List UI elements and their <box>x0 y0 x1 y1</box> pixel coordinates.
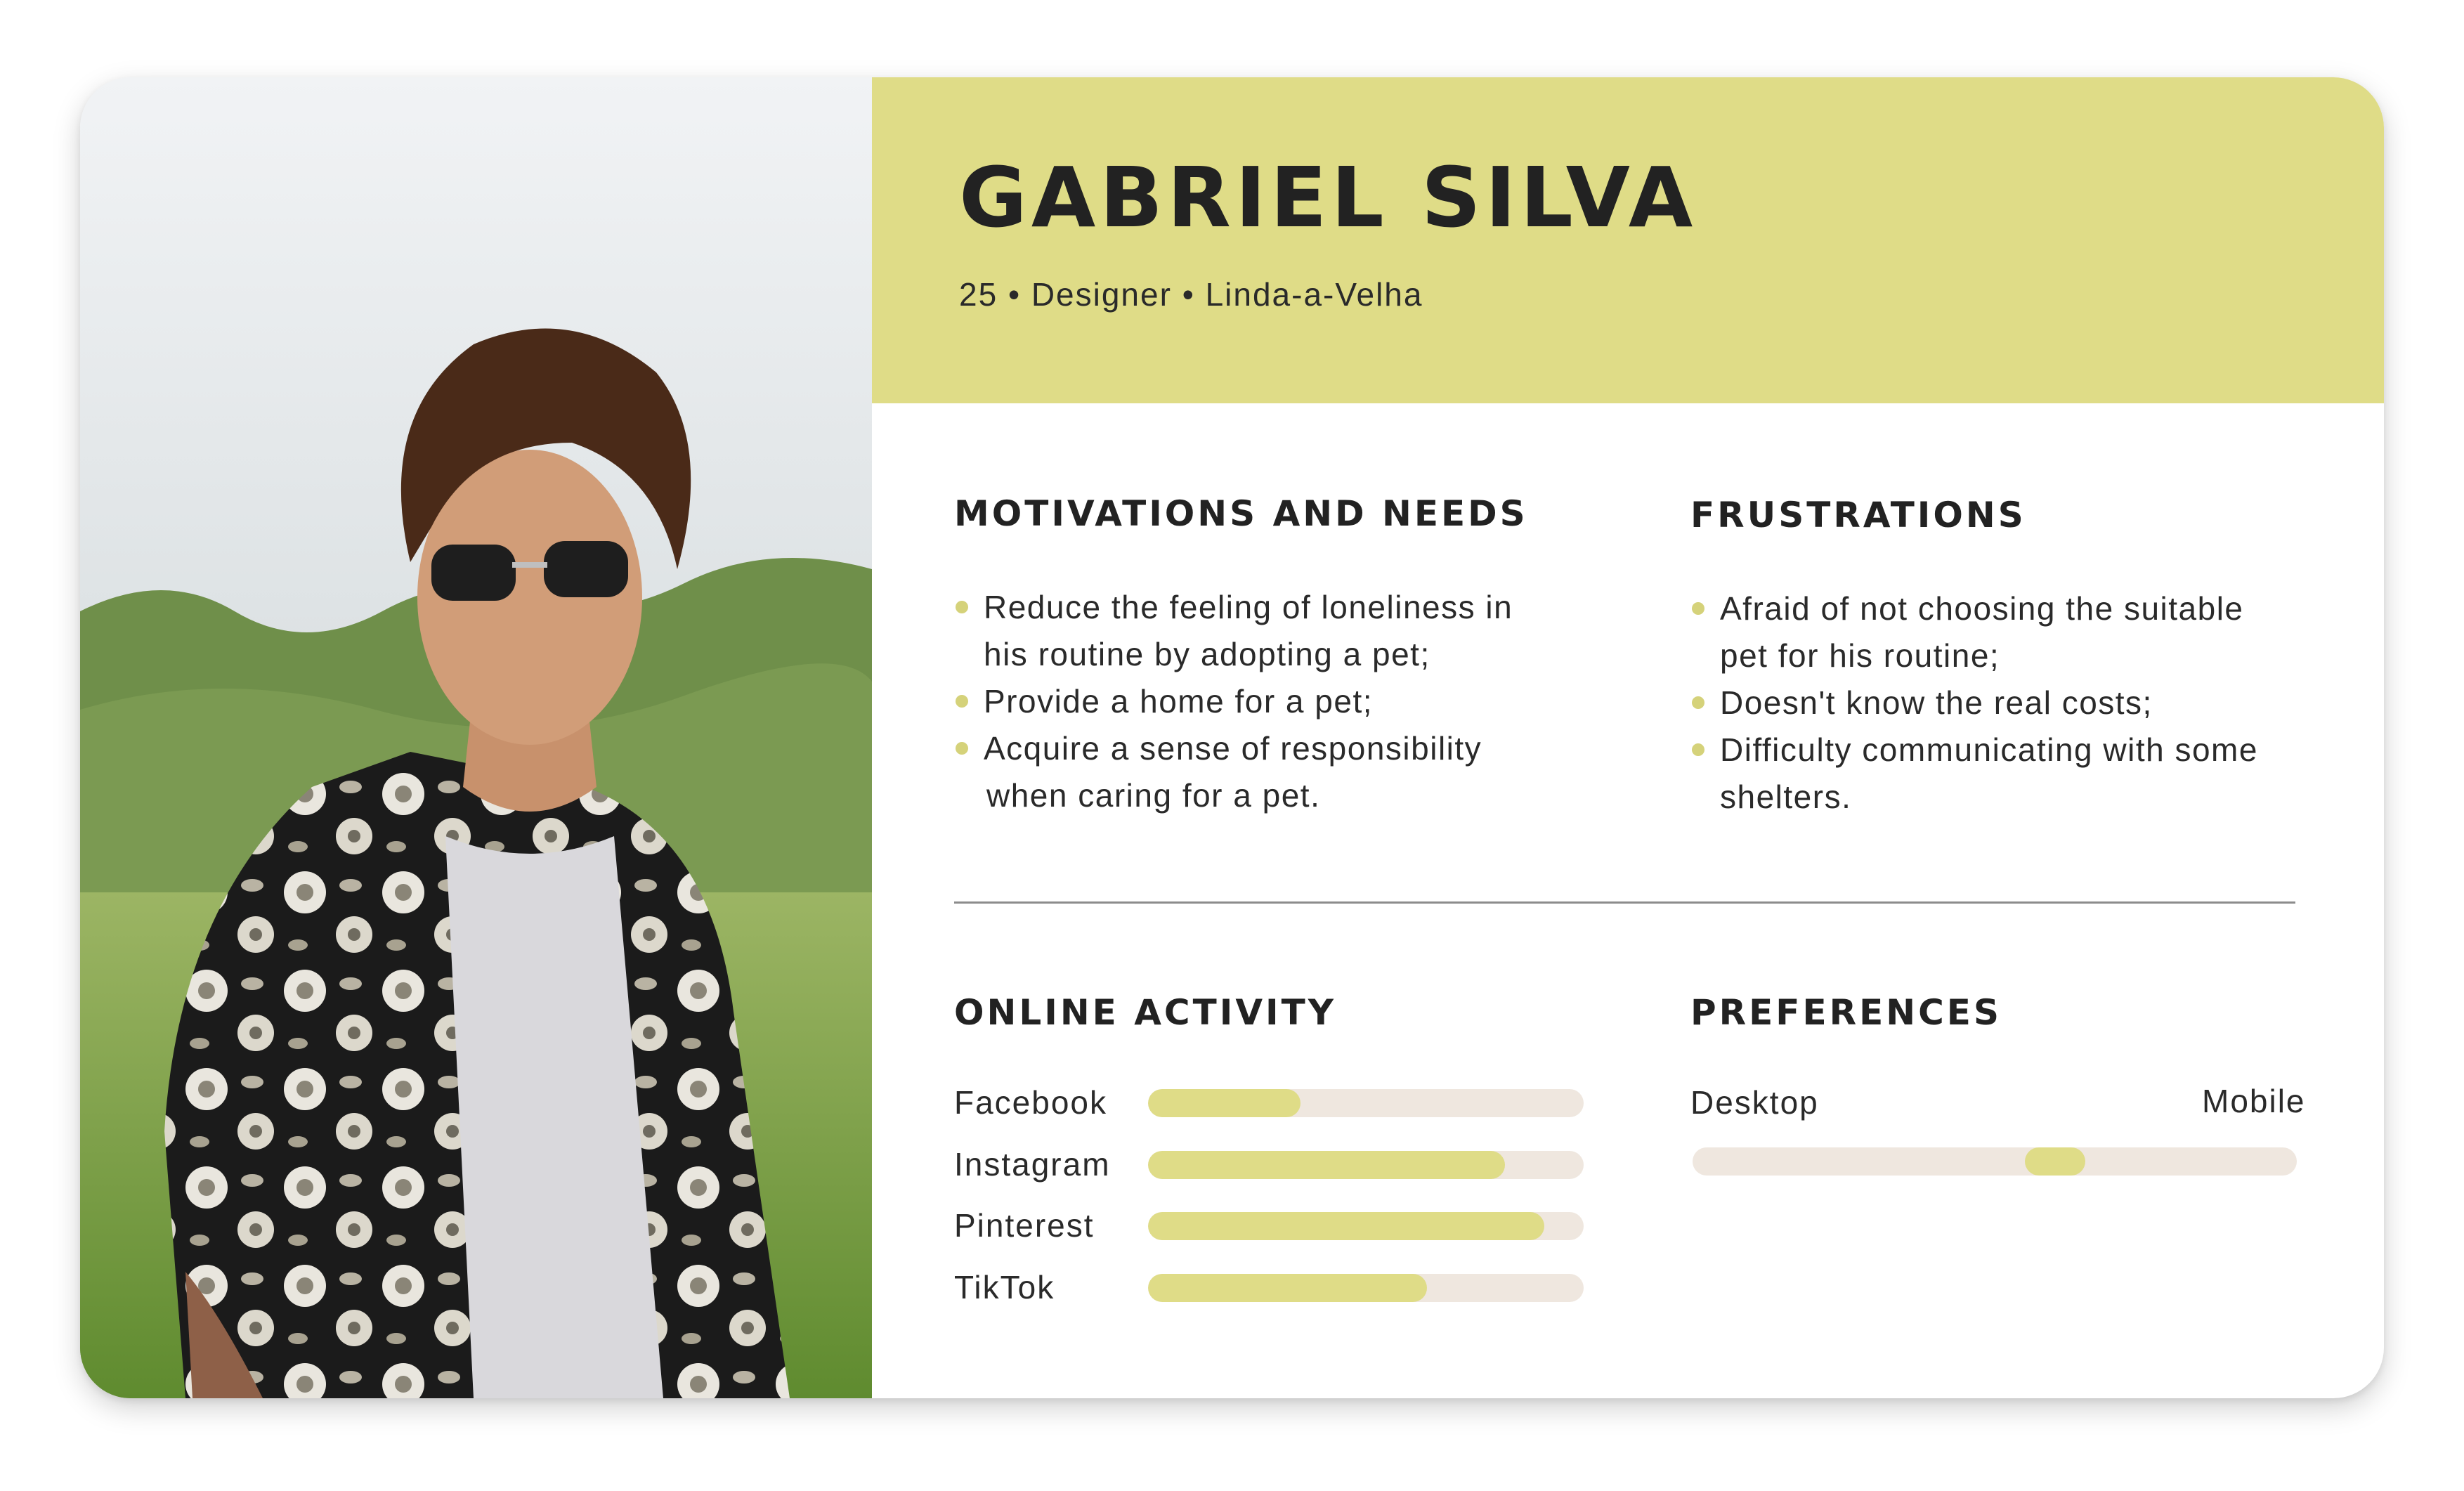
bullet-dot-icon <box>956 695 968 708</box>
activity-bar-facebook <box>1148 1089 1584 1117</box>
motivations-list: Reduce the feeling of loneliness in his … <box>954 584 1572 819</box>
persona-photo <box>80 77 872 1398</box>
activity-label-instagram: Instagram <box>954 1146 1111 1183</box>
preference-slider-track <box>1693 1147 2297 1176</box>
activity-fill-tiktok <box>1148 1274 1427 1302</box>
persona-card: GABRIEL SILVA 25 • Designer • Linda-a-Ve… <box>80 77 2384 1398</box>
bullet-dot-icon <box>1692 602 1704 615</box>
bullet-dot-icon <box>1692 696 1704 709</box>
list-item: Difficulty communicating with some shelt… <box>1690 727 2309 821</box>
persona-name: GABRIEL SILVA <box>959 149 1697 246</box>
frustrations-list: Afraid of not choosing the suitable pet … <box>1690 585 2309 821</box>
list-item: Provide a home for a pet; <box>954 678 1572 725</box>
bullet-dot-icon <box>956 742 968 755</box>
activity-bar-instagram <box>1148 1151 1584 1179</box>
online-activity-title: ONLINE ACTIVITY <box>954 992 1336 1033</box>
preferences-title: PREFERENCES <box>1690 992 2002 1033</box>
list-item: Acquire a sense of responsibility when c… <box>954 725 1572 819</box>
activity-label-facebook: Facebook <box>954 1084 1108 1121</box>
activity-bar-tiktok <box>1148 1274 1584 1302</box>
preference-slider-knob <box>2025 1147 2085 1176</box>
frustrations-title: FRUSTRATIONS <box>1690 495 2026 535</box>
preference-label-desktop: Desktop <box>1690 1084 1819 1121</box>
activity-fill-instagram <box>1148 1151 1506 1179</box>
persona-header: GABRIEL SILVA 25 • Designer • Linda-a-Ve… <box>872 77 2384 403</box>
activity-label-tiktok: TikTok <box>954 1269 1055 1306</box>
list-item: Doesn't know the real costs; <box>1690 679 2309 727</box>
bullet-dot-icon <box>1692 743 1704 756</box>
bullet-dot-icon <box>956 601 968 613</box>
motivations-title: MOTIVATIONS AND NEEDS <box>954 493 1528 534</box>
activity-fill-facebook <box>1148 1089 1301 1117</box>
activity-label-pinterest: Pinterest <box>954 1207 1095 1244</box>
list-item: Afraid of not choosing the suitable pet … <box>1690 585 2309 679</box>
activity-bar-pinterest <box>1148 1212 1584 1240</box>
activity-fill-pinterest <box>1148 1212 1545 1240</box>
portrait-photo <box>80 77 872 1398</box>
section-divider <box>954 901 2295 904</box>
list-item: Reduce the feeling of loneliness in his … <box>954 584 1572 678</box>
persona-subtitle: 25 • Designer • Linda-a-Velha <box>959 276 1423 313</box>
preference-label-mobile: Mobile <box>2202 1083 2306 1119</box>
